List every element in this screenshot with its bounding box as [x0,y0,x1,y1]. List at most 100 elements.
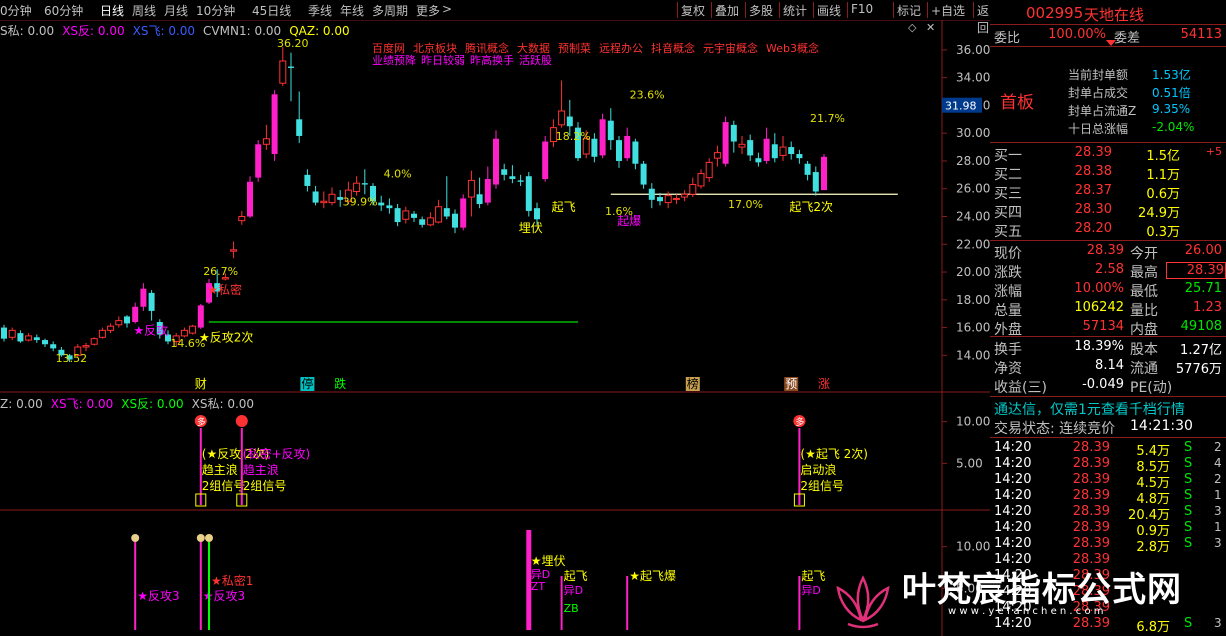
indicator-value: CVMN1: 0.00 [203,24,282,38]
concept-tag[interactable]: 预制菜 [558,42,591,55]
candle [255,140,262,182]
bull-badge-text: 多 [795,416,804,428]
fund-value: 1.27亿 [1180,343,1222,358]
concept-tag[interactable]: 抖音概念 [651,42,695,55]
tab-timeframe[interactable]: 45日线 [252,2,291,19]
candle [599,113,606,159]
toolbar-button[interactable]: +自选 [931,2,965,19]
signal-annotation: ★反攻 [133,324,168,338]
concept-tag[interactable]: 昨日较弱 [421,54,465,67]
bid-price: 28.38 [1074,164,1112,179]
tab-timeframe[interactable]: 0分钟 [0,2,32,19]
close-indicator-icon[interactable]: ✕ [926,21,935,34]
candle [509,165,516,184]
fund-value: 8.14 [1095,358,1124,373]
event-tag[interactable]: 停 [301,376,313,391]
tab-timeframe[interactable]: 10分钟 [196,2,235,19]
candle [419,216,426,228]
fund-label: 股本 [1130,342,1158,358]
sub1-signal-label: (私密+反攻) [243,446,310,461]
candle [713,145,721,167]
concept-tag[interactable]: 元宇宙概念 [703,42,758,55]
event-tag[interactable]: 预 [785,377,797,391]
event-tag[interactable]: 跌 [334,376,346,391]
seal-label: 十日总涨幅 [1068,122,1129,136]
quote-value: 28.39 [1166,262,1226,279]
tab-timeframe[interactable]: 60分钟 [44,2,83,19]
trade-status-time: 14:21:30 [1130,418,1193,434]
stock-code: 002995 [1026,4,1084,22]
tab-timeframe[interactable]: 季线 [308,2,332,19]
candle [591,133,598,163]
concept-tag[interactable]: Web3概念 [766,42,819,55]
tick-count: 1 [1214,520,1222,534]
quote-label: 现价 [994,246,1022,262]
seal-value: -2.04% [1152,120,1195,134]
notice-link[interactable]: 通达信，仅需1元查看千档行情 [994,399,1185,419]
candle [681,190,689,202]
quote-panel: 002995 天地在线 委比 100.00% 委差 54113 首板 通达信，仅… [990,0,1226,636]
seal-value: 0.51倍 [1152,86,1191,100]
order-ratio-value: 100.00% [1048,27,1106,42]
more-arrow-icon[interactable]: > [442,2,452,16]
event-tag[interactable]: 涨 [818,376,830,391]
candle [517,174,524,186]
tab-timeframe[interactable]: 周线 [132,2,156,19]
price-tick-label: 20.00 [956,265,990,279]
indicator-value: XS飞: 0.00 [132,24,196,38]
toolbar-button[interactable]: 多股 [749,2,773,19]
bid-volume: 24.9万 [1138,206,1180,221]
bid-label: 买三 [994,186,1022,202]
toolbar-button[interactable]: 返回 [977,2,990,36]
toolbar-button[interactable]: 统计 [783,2,807,19]
toolbar-separator [927,2,928,18]
toolbar-separator [813,2,814,18]
toolbar-button[interactable]: 画线 [817,2,841,19]
candle [17,330,24,343]
event-tag[interactable]: 财 [195,377,207,391]
tick-side: S [1184,440,1193,455]
tick-price: 28.39 [1072,504,1110,519]
signal-annotation: 起飞 [552,200,576,214]
signal-annotation: 起飞2次 [789,200,833,214]
price-tick-label: 26.00 [956,182,990,196]
settings-diamond-icon[interactable]: ◇ [908,21,916,34]
bid-label: 买二 [994,167,1022,183]
tab-timeframe[interactable]: 年线 [340,2,364,19]
fund-value: 18.39% [1074,339,1124,354]
gourd-marker-icon [196,534,205,542]
sub2-signal-label: ★私密1 [211,573,253,588]
kline-chart[interactable]: 14.00 16.00 18.00 20.00 22.00 24.00 26.00 28.00… [0,0,990,636]
toolbar-button[interactable]: 标记 [897,2,921,19]
candle [353,176,361,196]
tick-price: 28.39 [1072,472,1110,487]
toolbar-button[interactable]: F10 [851,2,873,16]
tab-timeframe[interactable]: 日线 [100,2,124,19]
candle [697,169,705,189]
tick-price: 28.39 [1072,536,1110,551]
tick-time: 14:20 [994,472,1032,487]
trade-status-label: 交易状态: 连续竞价 [994,421,1116,437]
toolbar-button[interactable]: 叠加 [715,2,739,19]
concept-tag[interactable]: 业绩预降 [372,54,416,67]
toolbar-separator [677,2,678,18]
toolbar-button[interactable]: 复权 [681,2,705,19]
price-tick-label: 16.00 [956,321,990,335]
candle [42,338,48,348]
tab-timeframe[interactable]: 月线 [164,2,188,19]
tick-price: 28.39 [1072,520,1110,535]
sub2-signal-label: ★埋伏 [531,554,566,568]
candle [722,116,729,167]
event-tag[interactable]: 榜 [687,376,699,391]
candle [689,177,697,198]
candle [426,212,434,227]
order-ratio-label: 委比 [994,31,1021,46]
tab-timeframe[interactable]: 更多 [416,2,440,19]
bid-label: 买四 [994,205,1022,221]
concept-tag[interactable]: 昨高换手 [470,54,514,67]
tab-timeframe[interactable]: 多周期 [372,2,408,19]
concept-tag[interactable]: 远程办公 [599,42,643,55]
candle [394,204,401,227]
concept-tag[interactable]: 活跃股 [519,54,552,67]
order-diff-label: 委差 [1114,31,1141,46]
